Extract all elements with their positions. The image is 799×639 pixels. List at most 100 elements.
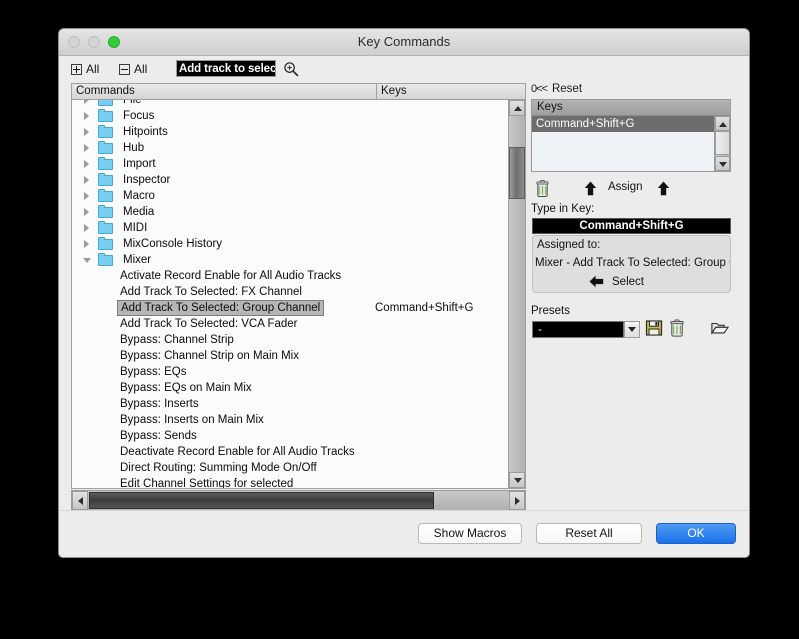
reset-all-button[interactable]: Reset All (536, 523, 642, 544)
table-row-label: Focus (123, 110, 155, 122)
preset-dropdown-button[interactable] (624, 321, 640, 338)
arrow-up-icon[interactable] (657, 181, 670, 196)
scroll-down-button[interactable] (509, 472, 525, 488)
keys-list-box: Keys Command+Shift+G (531, 99, 731, 172)
table-row[interactable]: Bypass: Channel Strip on Main Mix (72, 348, 508, 364)
table-row[interactable]: Deactivate Record Enable for All Audio T… (72, 444, 508, 460)
table-row[interactable]: Hitpoints (72, 124, 508, 140)
disclosure-triangle-closed-icon[interactable] (84, 176, 89, 184)
close-button[interactable] (68, 36, 80, 48)
disclosure-triangle-closed-icon[interactable] (84, 112, 89, 120)
table-row-label: Direct Routing: Summing Mode On/Off (120, 462, 317, 474)
table-row[interactable]: Bypass: Inserts (72, 396, 508, 412)
table-row-label: Hitpoints (123, 126, 168, 138)
minimize-button[interactable] (88, 36, 100, 48)
horizontal-scrollbar-thumb[interactable] (89, 492, 434, 509)
main-content: Commands Keys File Focus Hitpoints Hub Impor… (59, 83, 749, 511)
table-row[interactable]: File (72, 100, 508, 108)
folder-icon (98, 157, 113, 170)
keys-scroll-up-button[interactable] (715, 116, 730, 131)
window-titlebar[interactable]: Key Commands (59, 29, 749, 56)
trash-icon[interactable] (668, 319, 686, 337)
collapse-all-button[interactable]: All (119, 62, 147, 76)
disclosure-triangle-open-icon[interactable] (83, 258, 91, 263)
assigned-to-box: Assigned to: Mixer - Add Track To Select… (532, 235, 731, 293)
table-row[interactable]: Add Track To Selected: VCA Fader (72, 316, 508, 332)
disclosure-triangle-closed-icon[interactable] (84, 100, 89, 104)
search-input[interactable]: Add track to select (176, 60, 276, 77)
table-row[interactable]: MIDI (72, 220, 508, 236)
disclosure-triangle-closed-icon[interactable] (84, 208, 89, 216)
window-title: Key Commands (357, 34, 451, 49)
folder-open-icon[interactable] (711, 319, 729, 337)
column-header-row: Commands Keys (71, 83, 526, 100)
table-row-label: Bypass: Channel Strip on Main Mix (120, 350, 299, 362)
table-row[interactable]: Media (72, 204, 508, 220)
table-row[interactable]: Inspector (72, 172, 508, 188)
folder-icon (98, 141, 113, 154)
column-header-keys[interactable]: Keys (377, 84, 525, 99)
chevron-down-icon (719, 161, 727, 167)
disclosure-triangle-closed-icon[interactable] (84, 240, 89, 248)
table-row[interactable]: Bypass: EQs (72, 364, 508, 380)
table-row[interactable]: MixConsole History (72, 236, 508, 252)
type-in-key-input[interactable]: Command+Shift+G (532, 218, 731, 234)
table-row-label: Bypass: Channel Strip (120, 334, 234, 346)
table-row[interactable]: Edit Channel Settings for selected (72, 476, 508, 488)
chevron-down-icon (513, 478, 522, 483)
magnifier-icon[interactable] (283, 61, 299, 77)
save-floppy-icon[interactable] (645, 319, 663, 337)
select-button[interactable]: Select (589, 275, 644, 288)
table-row[interactable]: Bypass: EQs on Main Mix (72, 380, 508, 396)
table-row[interactable]: Add Track To Selected: Group Channel Comm… (72, 300, 508, 316)
table-row[interactable]: Hub (72, 140, 508, 156)
collapse-all-label: All (134, 62, 148, 76)
traffic-lights (68, 36, 120, 48)
table-row[interactable]: Direct Routing: Summing Mode On/Off (72, 460, 508, 476)
table-row-label: Bypass: Inserts (120, 398, 199, 410)
assigned-to-value: Mixer - Add Track To Selected: Group C (535, 257, 731, 269)
table-row[interactable]: Import (72, 156, 508, 172)
table-row-label: Bypass: Inserts on Main Mix (120, 414, 264, 426)
scroll-right-button[interactable] (509, 491, 525, 510)
table-row[interactable]: Add Track To Selected: FX Channel (72, 284, 508, 300)
commands-tree-viewport: File Focus Hitpoints Hub Import Inspector Macr… (72, 100, 508, 488)
table-row[interactable]: Mixer (72, 252, 508, 268)
disclosure-triangle-closed-icon[interactable] (84, 160, 89, 168)
scroll-left-button[interactable] (72, 491, 88, 510)
keys-scrollbar-thumb[interactable] (715, 131, 730, 155)
table-row[interactable]: Focus (72, 108, 508, 124)
disclosure-triangle-closed-icon[interactable] (84, 144, 89, 152)
keys-list-item[interactable]: Command+Shift+G (532, 116, 714, 132)
keys-scroll-down-button[interactable] (715, 156, 730, 171)
trash-icon[interactable] (535, 180, 550, 197)
folder-icon (98, 189, 113, 202)
expand-all-label: All (86, 62, 100, 76)
scroll-up-button[interactable] (509, 100, 525, 116)
table-row[interactable]: Bypass: Channel Strip (72, 332, 508, 348)
column-header-commands[interactable]: Commands (72, 84, 377, 99)
assign-button[interactable]: Assign (608, 181, 643, 193)
reset-button[interactable]: 0<< Reset (531, 83, 582, 95)
table-row[interactable]: Macro (72, 188, 508, 204)
select-label: Select (612, 275, 644, 288)
expand-all-button[interactable]: All (71, 62, 99, 76)
commands-horizontal-scrollbar[interactable] (71, 490, 526, 511)
maximize-button[interactable] (108, 36, 120, 48)
commands-vertical-scrollbar[interactable] (508, 100, 525, 488)
disclosure-triangle-closed-icon[interactable] (84, 128, 89, 136)
table-row-label: Hub (123, 142, 145, 154)
ok-button[interactable]: OK (656, 523, 736, 544)
disclosure-triangle-closed-icon[interactable] (84, 192, 89, 200)
table-row[interactable]: Activate Record Enable for All Audio Tra… (72, 268, 508, 284)
preset-select-value[interactable]: - (532, 321, 624, 338)
vertical-scrollbar-thumb[interactable] (509, 147, 525, 199)
table-row[interactable]: Bypass: Inserts on Main Mix (72, 412, 508, 428)
arrow-left-icon (589, 275, 604, 288)
disclosure-triangle-closed-icon[interactable] (84, 224, 89, 232)
keys-vertical-scrollbar[interactable] (714, 116, 730, 171)
table-row[interactable]: Bypass: Sends (72, 428, 508, 444)
keys-list[interactable]: Command+Shift+G (532, 116, 714, 171)
show-macros-button[interactable]: Show Macros (418, 523, 522, 544)
arrow-up-icon[interactable] (584, 181, 597, 196)
